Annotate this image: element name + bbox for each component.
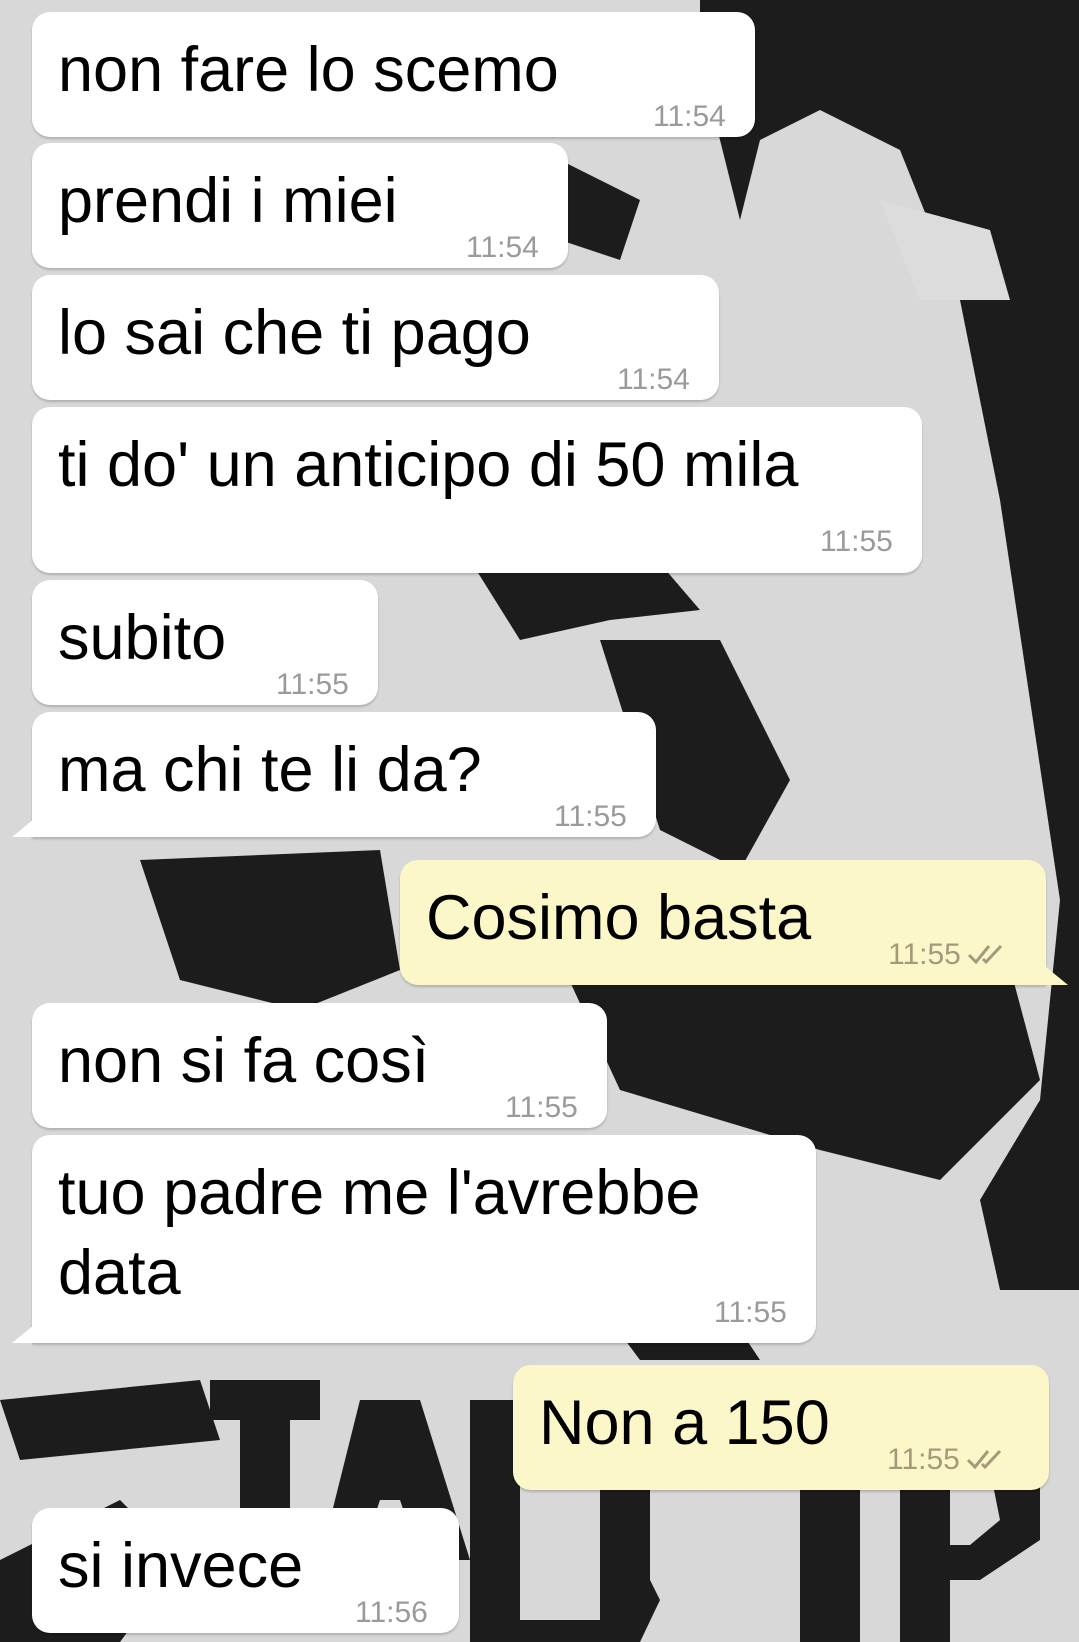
- message-text: subito: [58, 603, 227, 673]
- message-time-value: 11:55: [887, 1443, 960, 1476]
- message-text: Non a 150: [539, 1388, 830, 1458]
- message-timestamp: 11:55: [554, 800, 627, 833]
- message-bubble-incoming[interactable]: lo sai che ti pago 11:54: [32, 275, 719, 400]
- message-timestamp: 11:55: [820, 525, 893, 558]
- message-text: ma chi te li da?: [58, 735, 482, 805]
- message-timestamp: 11:54: [466, 231, 539, 264]
- message-timestamp: 11:54: [653, 100, 726, 133]
- message-text: non fare lo scemo: [58, 35, 559, 105]
- message-bubble-incoming[interactable]: si invece 11:56: [32, 1508, 459, 1633]
- message-bubble-outgoing[interactable]: Non a 150 11:55: [513, 1365, 1049, 1490]
- bubble-tail: [12, 1325, 34, 1343]
- message-text: si invece: [58, 1531, 304, 1601]
- message-bubble-incoming[interactable]: tuo padre me l'avrebbe data 11:55: [32, 1135, 816, 1343]
- message-text: Cosimo basta: [426, 883, 812, 953]
- message-bubble-incoming[interactable]: non si fa così 11:55: [32, 1003, 607, 1128]
- message-timestamp: 11:54: [617, 363, 690, 396]
- message-time-value: 11:55: [888, 938, 961, 971]
- bubble-tail: [12, 819, 34, 837]
- message-bubble-incoming[interactable]: ma chi te li da? 11:55: [32, 712, 656, 837]
- double-check-icon: [966, 1447, 1010, 1477]
- message-timestamp: 11:55: [714, 1296, 787, 1329]
- message-text: ti do' un anticipo di 50 mila: [58, 430, 799, 500]
- double-check-icon: [967, 942, 1011, 972]
- message-timestamp: 11:56: [355, 1596, 428, 1629]
- message-timestamp: 11:55: [505, 1091, 578, 1124]
- message-bubble-outgoing[interactable]: Cosimo basta 11:55: [400, 860, 1046, 985]
- message-bubble-incoming[interactable]: ti do' un anticipo di 50 mila 11:55: [32, 407, 922, 573]
- message-timestamp: 11:55: [888, 940, 1011, 972]
- message-bubble-incoming[interactable]: subito 11:55: [32, 580, 378, 705]
- message-bubble-incoming[interactable]: non fare lo scemo 11:54: [32, 12, 755, 137]
- bubble-tail: [1046, 967, 1068, 985]
- message-text: lo sai che ti pago: [58, 298, 531, 368]
- message-text: tuo padre me l'avrebbe data: [58, 1158, 701, 1308]
- message-bubble-incoming[interactable]: prendi i miei 11:54: [32, 143, 568, 268]
- message-timestamp: 11:55: [887, 1445, 1010, 1477]
- message-text: prendi i miei: [58, 166, 398, 236]
- message-timestamp: 11:55: [276, 668, 349, 701]
- message-text: non si fa così: [58, 1026, 430, 1096]
